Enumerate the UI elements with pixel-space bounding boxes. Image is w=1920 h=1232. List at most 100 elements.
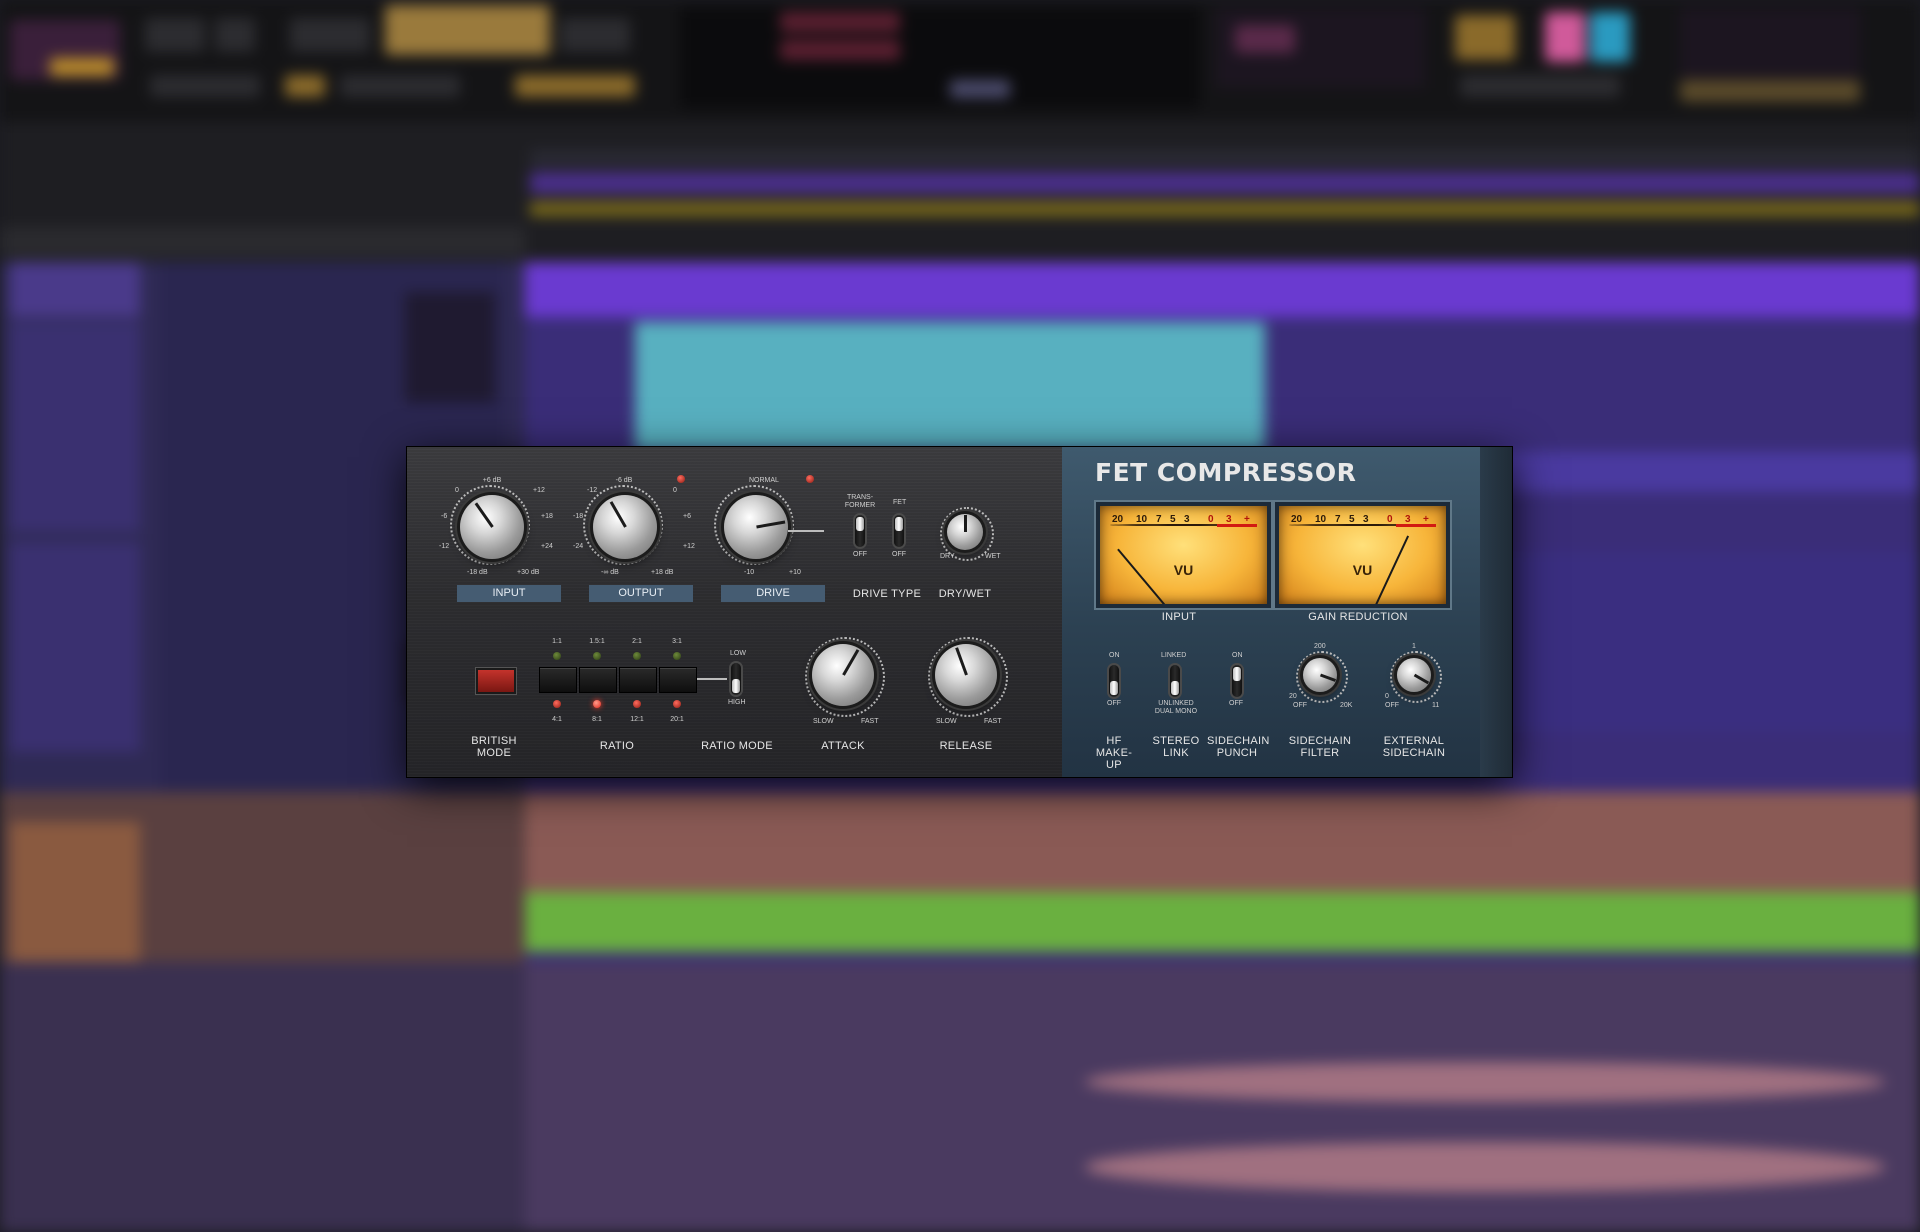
vu-number: 7 [1335, 514, 1341, 525]
input-label: INPUT [457, 585, 561, 602]
hf-makeup-label: HF MAKE-UP [1095, 735, 1133, 771]
ratio-label-main: RATIO [599, 740, 635, 752]
output-scale-label: +12 [683, 543, 695, 550]
release-fast-label: FAST [984, 718, 1002, 725]
british-mode-label: BRITISH MODE [471, 735, 517, 759]
ratio-led-4-1 [553, 700, 561, 708]
vu-label: VU [1352, 562, 1373, 578]
transformer-label: TRANS-FORMER [844, 494, 876, 509]
output-scale-label: 0 [673, 487, 677, 494]
vu-number: 3 [1405, 514, 1411, 525]
fet-label: FET [893, 499, 907, 506]
external-sidechain-label: EXTERNAL SIDECHAIN [1382, 735, 1446, 759]
attack-label: ATTACK [821, 740, 865, 752]
output-label: OUTPUT [589, 585, 693, 602]
ratio-button-4[interactable] [659, 667, 697, 693]
ratio-label: 2:1 [632, 638, 642, 645]
drive-scale-label: -10 [744, 569, 755, 576]
vu-number: 20 [1291, 514, 1303, 525]
ratio-mode-label: RATIO MODE [701, 740, 773, 752]
transformer-off-label: OFF [853, 551, 867, 558]
transformer-toggle[interactable] [855, 515, 865, 547]
ratio-button-1[interactable] [539, 667, 577, 693]
input-scale-label: 0 [455, 487, 459, 494]
vu-number: 5 [1349, 514, 1355, 525]
ratio-label: 20:1 [670, 716, 684, 723]
ratio-mode-high-label: HIGH [728, 699, 746, 706]
input-scale-label: +24 [541, 543, 553, 550]
sidechain-punch-toggle[interactable] [1232, 665, 1242, 697]
gain-reduction-vu-meter: 20 10 7 5 3 0 3 + VU [1275, 502, 1450, 608]
drive-knob[interactable] [724, 495, 788, 559]
sidechain-punch-on-label: ON [1232, 652, 1243, 659]
ratio-button-2[interactable] [579, 667, 617, 693]
plugin-title: FET COMPRESSOR [1095, 458, 1357, 487]
drive-link-line [788, 530, 824, 532]
ratio-led-2-1 [633, 652, 641, 660]
input-scale-label: +30 dB [517, 569, 540, 576]
output-scale-label: -12 [587, 487, 598, 494]
vu-number: 3 [1226, 514, 1232, 525]
sidechain-punch-label: SIDECHAIN PUNCH [1207, 735, 1270, 759]
input-scale-label: -12 [439, 543, 450, 550]
ratio-label: 4:1 [552, 716, 562, 723]
ratio-mode-toggle[interactable] [731, 663, 741, 695]
stereo-link-toggle[interactable] [1170, 665, 1180, 697]
hf-makeup-off-label: OFF [1107, 700, 1121, 707]
input-scale-label: -6 [441, 513, 448, 520]
input-vu-needle [1117, 548, 1180, 604]
input-knob[interactable] [460, 495, 524, 559]
fet-off-label: OFF [892, 551, 906, 558]
output-scale-label: -24 [573, 543, 584, 550]
dry-label: DRY [940, 553, 955, 560]
input-vu-meter: 20 10 7 5 3 0 3 + VU [1096, 502, 1271, 608]
ratio-led-8-1 [593, 700, 601, 708]
external-sidechain-scale: 0 [1385, 693, 1389, 700]
vu-number: + [1244, 514, 1250, 525]
sidechain-filter-label: SIDECHAIN FILTER [1288, 735, 1352, 759]
drive-scale-label: +10 [789, 569, 801, 576]
release-slow-label: SLOW [936, 718, 957, 725]
input-scale-label: +12 [533, 487, 545, 494]
vu-scale-red [1217, 524, 1257, 527]
vu-number: 0 [1387, 514, 1393, 525]
sidechain-filter-scale: OFF [1293, 702, 1307, 709]
hf-makeup-toggle[interactable] [1109, 665, 1119, 697]
output-scale-label: +6 [683, 513, 691, 520]
stereo-link-on-label: LINKED [1161, 652, 1187, 659]
external-sidechain-scale: OFF [1385, 702, 1399, 709]
output-scale-label: -18 [573, 513, 584, 520]
transport-toolbar [0, 0, 1920, 124]
vu-scale-red [1396, 524, 1436, 527]
fet-compressor-plugin: FET COMPRESSOR +6 dB 0 +12 -6 +18 -12 +2… [407, 447, 1512, 777]
vu-number: 10 [1136, 514, 1148, 525]
british-mode-button[interactable] [476, 668, 516, 694]
attack-knob[interactable] [812, 644, 874, 706]
ratio-button-3[interactable] [619, 667, 657, 693]
sidechain-filter-knob[interactable] [1303, 658, 1337, 692]
dry-wet-label: DRY/WET [938, 588, 992, 600]
ratio-led-1-5-1 [593, 652, 601, 660]
vu-number: + [1423, 514, 1429, 525]
vu-number: 0 [1208, 514, 1214, 525]
ratio-led-3-1 [673, 652, 681, 660]
fet-toggle[interactable] [894, 515, 904, 547]
release-knob[interactable] [935, 644, 997, 706]
output-scale-label: -6 dB [615, 477, 633, 484]
output-knob[interactable] [593, 495, 657, 559]
input-meter-label: INPUT [1161, 611, 1197, 623]
wet-label: WET [985, 553, 1001, 560]
dry-wet-knob[interactable] [947, 514, 983, 550]
external-sidechain-knob[interactable] [1397, 658, 1431, 692]
external-sidechain-scale: 11 [1432, 702, 1440, 709]
ratio-label: 3:1 [672, 638, 682, 645]
ratio-label: 8:1 [592, 716, 602, 723]
vu-number: 5 [1170, 514, 1176, 525]
external-sidechain-scale: 1 [1412, 643, 1416, 650]
drive-normal-label: NORMAL [749, 477, 779, 484]
input-scale-label: +6 dB [482, 477, 502, 484]
input-scale-label: -18 dB [467, 569, 488, 576]
sidechain-filter-scale: 200 [1314, 643, 1326, 650]
vu-number: 20 [1112, 514, 1124, 525]
vu-label: VU [1173, 562, 1194, 578]
